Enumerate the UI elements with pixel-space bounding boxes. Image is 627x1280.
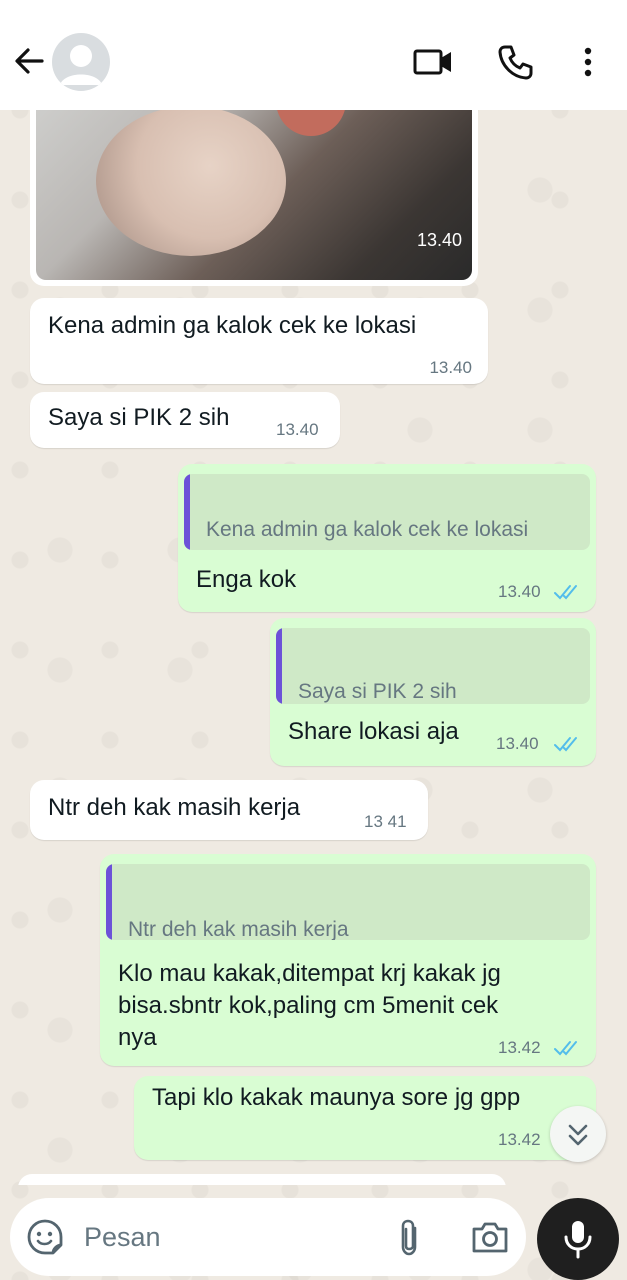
photo-content bbox=[96, 110, 286, 256]
outgoing-message[interactable]: Saya si PIK 2 sih Share lokasi aja 13.40 bbox=[270, 618, 596, 766]
reply-quote[interactable]: Ntr deh kak masih kerja bbox=[106, 864, 590, 940]
camera-icon[interactable] bbox=[470, 1218, 510, 1256]
message-text: Klo mau kakak,ditempat krj kakak jg bisa… bbox=[118, 960, 501, 1051]
quote-bar bbox=[184, 474, 190, 550]
message-text: Tapi klo kakak maunya sore jg gpp bbox=[152, 1084, 521, 1111]
outgoing-message[interactable]: Tapi klo kakak maunya sore jg gpp 13.42 bbox=[134, 1076, 596, 1160]
message-photo[interactable] bbox=[36, 110, 472, 280]
double-check-icon bbox=[554, 1041, 577, 1056]
avatar[interactable] bbox=[52, 33, 110, 91]
message-time: 13.42 bbox=[498, 1130, 541, 1149]
video-camera-icon[interactable] bbox=[412, 45, 454, 79]
paperclip-icon[interactable] bbox=[394, 1216, 424, 1258]
incoming-message[interactable]: Kena admin ga kalok cek ke lokasi 13.40 bbox=[30, 298, 488, 384]
message-time: 13.40 bbox=[496, 734, 539, 753]
message-time: 13.40 bbox=[276, 420, 319, 439]
quote-text: Ntr deh kak masih kerja bbox=[128, 918, 349, 940]
message-text: Saya si PIK 2 sih bbox=[48, 404, 230, 431]
image-message[interactable]: 13.40 bbox=[30, 110, 478, 286]
arrow-left-icon[interactable] bbox=[12, 44, 46, 78]
message-text: Share lokasi aja bbox=[288, 718, 459, 745]
message-time: 13.40 bbox=[498, 582, 541, 601]
incoming-message[interactable]: Ntr deh kak masih kerja 13 41 bbox=[30, 780, 428, 840]
message-time: 13 41 bbox=[364, 812, 407, 831]
incoming-message[interactable] bbox=[18, 1174, 506, 1185]
chat-header bbox=[0, 0, 627, 110]
incoming-message[interactable]: Saya si PIK 2 sih 13.40 bbox=[30, 392, 340, 448]
reply-quote[interactable]: Saya si PIK 2 sih bbox=[276, 628, 590, 704]
voice-record-button[interactable] bbox=[537, 1198, 619, 1280]
photo-content bbox=[276, 110, 346, 136]
quote-bar bbox=[106, 864, 112, 940]
chevrons-down-icon bbox=[568, 1124, 588, 1146]
message-text: Enga kok bbox=[196, 566, 297, 593]
message-composer: Pesan bbox=[10, 1198, 526, 1276]
quote-text: Saya si PIK 2 sih bbox=[298, 680, 457, 703]
outgoing-message[interactable]: Kena admin ga kalok cek ke lokasi Enga k… bbox=[178, 464, 596, 612]
message-list[interactable]: 13.40 Kena admin ga kalok cek ke lokasi … bbox=[0, 110, 627, 1185]
outgoing-message[interactable]: Ntr deh kak masih kerja Klo mau kakak,di… bbox=[100, 854, 596, 1066]
reply-quote[interactable]: Kena admin ga kalok cek ke lokasi bbox=[184, 474, 590, 550]
message-text: Ntr deh kak masih kerja bbox=[48, 794, 301, 821]
double-check-icon bbox=[554, 585, 577, 600]
microphone-icon bbox=[564, 1221, 592, 1259]
message-input[interactable]: Pesan bbox=[84, 1222, 161, 1253]
quote-bar bbox=[276, 628, 282, 704]
message-time: 13.40 bbox=[429, 358, 472, 377]
default-avatar-icon bbox=[60, 45, 102, 85]
message-text: Kena admin ga kalok cek ke lokasi bbox=[48, 312, 417, 339]
double-check-icon bbox=[554, 737, 577, 752]
message-time: 13.42 bbox=[498, 1038, 541, 1057]
scroll-to-bottom-button[interactable] bbox=[550, 1106, 606, 1162]
phone-icon[interactable] bbox=[496, 43, 534, 81]
message-time: 13.40 bbox=[416, 230, 462, 250]
sticker-smile-icon[interactable] bbox=[26, 1218, 64, 1256]
more-vertical-icon[interactable] bbox=[576, 44, 600, 80]
quote-text: Kena admin ga kalok cek ke lokasi bbox=[206, 518, 529, 541]
